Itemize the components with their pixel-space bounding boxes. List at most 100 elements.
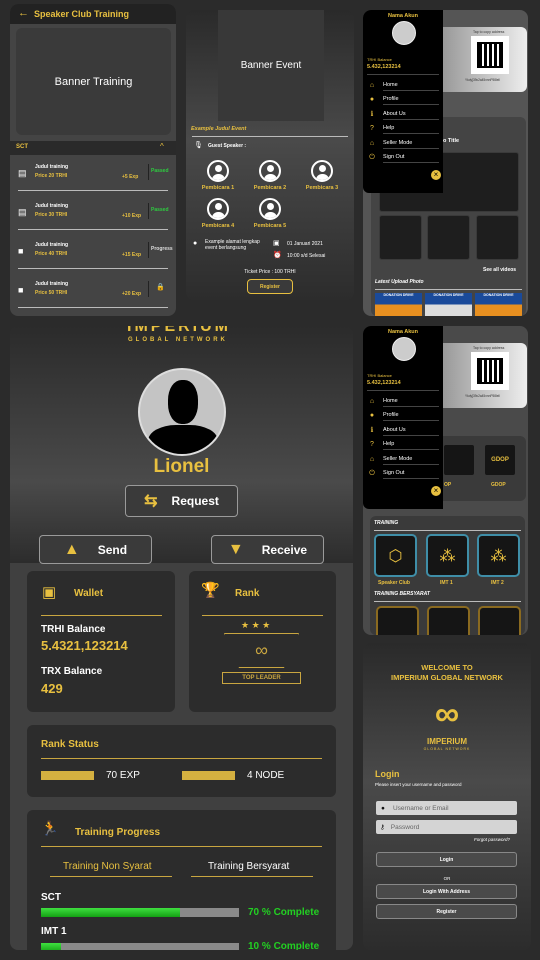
speaker[interactable]: Pembicara 1 (193, 160, 243, 191)
microphone-icon: 🎙 (194, 142, 203, 149)
video-thumb[interactable] (427, 215, 470, 260)
profile-screen: IMPERIUM GLOBAL NETWORK Lionel ⇆ Request … (10, 326, 353, 950)
sign-out-icon: ⏻ (369, 469, 375, 477)
chevron-up-icon[interactable]: ^ (160, 142, 164, 151)
event-date: 01 Januari 2021 (287, 241, 323, 247)
register-button[interactable]: Register (376, 904, 517, 919)
welcome-line-2: IMPERIUM GLOBAL NETWORK (391, 673, 503, 682)
photo[interactable]: DONATION DRIVE (375, 293, 422, 316)
photo[interactable]: DONATION DRIVE (475, 293, 522, 316)
avatar[interactable] (138, 368, 226, 456)
back-icon[interactable]: ← (18, 7, 29, 19)
username-input[interactable]: ● Username or Email (376, 801, 517, 815)
person-icon (259, 160, 281, 182)
drawer-item-seller-mode[interactable]: ⌂ Seller Mode (367, 137, 439, 149)
qr-card[interactable]: Tap to copy address Ykdy[39c2a45xnnP5l8e… (443, 27, 527, 92)
wallet-card: ▣ Wallet TRHI Balance 5.4321,123214 TRX … (27, 571, 175, 712)
qr-code[interactable] (471, 352, 509, 390)
speaker[interactable]: Pembicara 2 (245, 160, 295, 191)
rank-status-label: Rank Status (41, 739, 99, 750)
brand-subtitle: GLOBAL NETWORK (128, 337, 228, 343)
drawer-item-home[interactable]: ⌂ Home (367, 395, 439, 407)
trx-label: TRX Balance (41, 666, 103, 677)
request-button[interactable]: ⇆ Request (125, 485, 238, 517)
drawer-item-profile[interactable]: ● Profile (367, 410, 439, 422)
tile-op[interactable] (443, 444, 475, 476)
training-title: Judul training (35, 242, 69, 248)
training-item[interactable]: ▤ Judul training Price 30 TRHI +10 Exp P… (14, 197, 172, 236)
tile[interactable] (427, 606, 470, 635)
about-us-icon: ℹ (370, 427, 374, 434)
login-button[interactable]: Login (376, 852, 517, 867)
home-icon: ⌂ (369, 397, 375, 405)
training-item[interactable]: ▤ Judul training Price 20 TRHI +5 Exp Pa… (14, 158, 172, 197)
forgot-password-link[interactable]: Forgot password? (474, 837, 510, 842)
tile[interactable] (376, 606, 419, 635)
speaker[interactable]: Pembicara 4 (193, 198, 243, 229)
account-avatar[interactable] (392, 21, 416, 45)
or-separator: OR (443, 876, 451, 881)
photo[interactable]: DONATION DRIVE (425, 293, 472, 316)
drawer-item-about-us[interactable]: ℹ About Us (367, 108, 439, 120)
rank-card: 🏆 Rank ★ ★ ★ ∞ TOP LEADER (189, 571, 336, 712)
wallet-address: Ykdy[39c2a45xnnP5l8ell (465, 78, 500, 82)
training-type-icon: ■ (18, 285, 24, 295)
see-all-videos-link[interactable]: See all videos (483, 267, 516, 273)
drawer-item-seller-mode[interactable]: ⌂ Seller Mode (367, 453, 439, 465)
register-button[interactable]: Register (247, 279, 293, 294)
balance-value: 5.432,123214 (367, 380, 401, 386)
user-icon: ● (381, 804, 385, 812)
rank-badge: TOP LEADER (222, 672, 301, 684)
wallet-address: Ykdy[39c2a45xnnP5l8ell (465, 394, 500, 398)
close-icon[interactable]: × (431, 170, 441, 180)
qr-code[interactable] (471, 36, 509, 74)
qr-card[interactable]: Tap to copy address Ykdy[39c2a45xnnP5l8e… (443, 343, 527, 408)
drawer-item-about-us[interactable]: ℹ About Us (367, 424, 439, 436)
copy-hint: Tap to copy address (473, 346, 505, 350)
section-header[interactable]: SCT ^ (10, 141, 176, 155)
tile-imt-2[interactable]: ⁂ (477, 534, 520, 577)
password-input[interactable]: ⚷ Password (376, 820, 517, 834)
event-time: 10:00 s/d Selesai (287, 253, 326, 259)
speaker[interactable]: Pembicara 3 (297, 160, 347, 191)
drawer-item-sign-out[interactable]: ⏻ Sign Out (367, 152, 439, 164)
help-icon: ? (370, 125, 374, 132)
section-label: SCT (16, 144, 28, 150)
arrow-up-icon: ▲ (63, 540, 80, 558)
key-icon: ⚷ (380, 824, 385, 831)
video-thumb[interactable] (476, 215, 519, 260)
training-item[interactable]: ■ Judul training Price 40 TRHI +15 Exp P… (14, 236, 173, 275)
login-with-address-button[interactable]: Login With Address (376, 884, 517, 899)
home-screen-drawer: Tap to copy address Ykdy[39c2a45xnnP5l8e… (363, 10, 528, 316)
video-thumb[interactable] (379, 215, 422, 260)
progress-fill (41, 943, 61, 950)
send-button[interactable]: ▲ Send (39, 535, 152, 564)
training-item[interactable]: ■ Judul training Price 50 TRHI +20 Exp 🔒 (14, 275, 172, 314)
drawer-item-help[interactable]: ? Help (367, 123, 439, 135)
tile[interactable] (478, 606, 521, 635)
drawer-item-profile[interactable]: ● Profile (367, 94, 439, 106)
tile-label: GDOP (491, 482, 506, 488)
profile-icon: ● (369, 412, 375, 419)
person-icon (207, 198, 229, 220)
tile-speaker-club[interactable]: ⬡ (374, 534, 417, 577)
receive-button[interactable]: ▼ Receive (211, 535, 324, 564)
drawer-item-home[interactable]: ⌂ Home (367, 79, 439, 91)
person-icon (207, 160, 229, 182)
banner: Banner Training (16, 28, 171, 135)
login-subtitle: Please insert your username and password (375, 782, 462, 787)
logo-brand: IMPERIUM (427, 737, 467, 746)
training-price: Price 40 TRHI (35, 251, 68, 257)
tab-training-bersyarat[interactable]: Training Bersyarat (208, 861, 289, 872)
tile-imt-1[interactable]: ⁂ (426, 534, 469, 577)
drawer-item-sign-out[interactable]: ⏻ Sign Out (367, 468, 439, 480)
location-icon: ● (193, 240, 198, 247)
tile-gdop[interactable]: GDOP (484, 444, 516, 476)
drawer-item-help[interactable]: ? Help (367, 439, 439, 451)
tab-training-non-syarat[interactable]: Training Non Syarat (63, 861, 152, 872)
account-avatar[interactable] (392, 337, 416, 361)
speaker[interactable]: Pembicara 5 (245, 198, 295, 229)
close-icon[interactable]: × (431, 486, 441, 496)
wallet-label: Wallet (74, 588, 104, 599)
training-progress-card: 🏃 Training Progress Training Non Syarat … (27, 810, 336, 950)
